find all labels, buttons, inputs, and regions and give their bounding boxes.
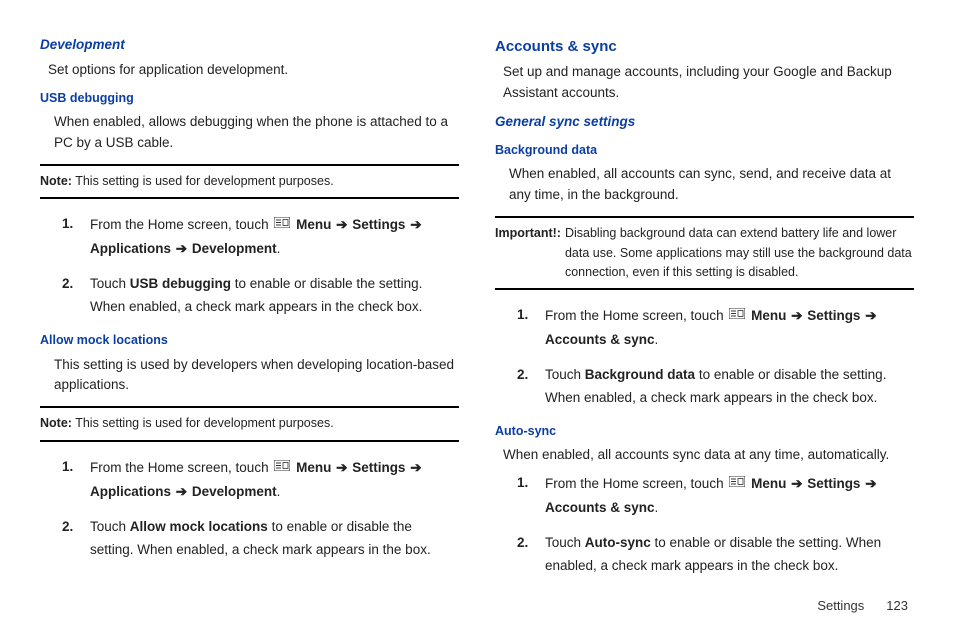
auto-sync-label: Auto-sync (585, 535, 651, 550)
auto-steps: From the Home screen, touch Menu ➔ Setti… (517, 472, 914, 578)
important-label: Important!: (495, 224, 561, 282)
note-label: Note: (40, 174, 72, 188)
heading-background-data: Background data (495, 141, 914, 160)
development-label: Development (192, 484, 277, 499)
step-text: From the Home screen, touch (545, 308, 727, 323)
menu-label: Menu (751, 308, 786, 323)
note-label: Note: (40, 416, 72, 430)
mock-body-text: This setting is used by developers when … (54, 355, 459, 397)
menu-icon (729, 472, 745, 495)
step-text: Touch (90, 276, 130, 291)
mock-steps: From the Home screen, touch Menu ➔ Setti… (62, 456, 459, 562)
arrow-icon: ➔ (790, 476, 803, 491)
list-item: Touch Allow mock locations to enable or … (62, 516, 459, 562)
footer-page-number: 123 (886, 596, 908, 616)
heading-development: Development (40, 35, 459, 56)
settings-label: Settings (352, 217, 405, 232)
period: . (277, 241, 281, 256)
note-text: This setting is used for development pur… (72, 174, 334, 188)
list-item: From the Home screen, touch Menu ➔ Setti… (517, 304, 914, 352)
important-text: Disabling background data can extend bat… (565, 224, 914, 282)
arrow-icon: ➔ (409, 460, 422, 475)
list-item: Touch Auto-sync to enable or disable the… (517, 532, 914, 578)
menu-icon (274, 456, 290, 479)
usb-debugging-label: USB debugging (130, 276, 231, 291)
step-text: From the Home screen, touch (545, 476, 727, 491)
page-content: Development Set options for application … (0, 0, 954, 600)
step-text: Touch (545, 367, 585, 382)
settings-label: Settings (807, 308, 860, 323)
list-item: From the Home screen, touch Menu ➔ Setti… (62, 213, 459, 261)
arrow-icon: ➔ (335, 460, 348, 475)
arrow-icon: ➔ (864, 476, 877, 491)
note-box-1: Note: This setting is used for developme… (40, 164, 459, 199)
menu-icon (729, 304, 745, 327)
applications-label: Applications (90, 484, 171, 499)
arrow-icon: ➔ (790, 308, 803, 323)
menu-label: Menu (296, 217, 331, 232)
background-data-label: Background data (585, 367, 695, 382)
arrow-icon: ➔ (175, 241, 188, 256)
step-text: Touch (90, 519, 130, 534)
settings-label: Settings (807, 476, 860, 491)
dev-intro-text: Set options for application development. (48, 60, 459, 81)
period: . (655, 332, 659, 347)
allow-mock-label: Allow mock locations (130, 519, 268, 534)
accounts-intro-text: Set up and manage accounts, including yo… (503, 62, 914, 104)
important-box: Important!: Disabling background data ca… (495, 216, 914, 290)
note-box-2: Note: This setting is used for developme… (40, 406, 459, 441)
arrow-icon: ➔ (175, 484, 188, 499)
footer-section: Settings (817, 596, 864, 616)
auto-body-text: When enabled, all accounts sync data at … (503, 445, 914, 466)
arrow-icon: ➔ (335, 217, 348, 232)
bg-body-text: When enabled, all accounts can sync, sen… (509, 164, 914, 206)
menu-label: Menu (751, 476, 786, 491)
accounts-sync-label: Accounts & sync (545, 500, 655, 515)
heading-usb-debugging: USB debugging (40, 89, 459, 108)
list-item: Touch USB debugging to enable or disable… (62, 273, 459, 319)
heading-general-sync: General sync settings (495, 112, 914, 133)
settings-label: Settings (352, 460, 405, 475)
list-item: Touch Background data to enable or disab… (517, 364, 914, 410)
usb-body-text: When enabled, allows debugging when the … (54, 112, 459, 154)
note-text: This setting is used for development pur… (72, 416, 334, 430)
bg-steps: From the Home screen, touch Menu ➔ Setti… (517, 304, 914, 410)
development-label: Development (192, 241, 277, 256)
step-text: From the Home screen, touch (90, 217, 272, 232)
left-column: Development Set options for application … (40, 35, 459, 590)
right-column: Accounts & sync Set up and manage accoun… (495, 35, 914, 590)
heading-auto-sync: Auto-sync (495, 422, 914, 441)
arrow-icon: ➔ (864, 308, 877, 323)
heading-accounts-sync: Accounts & sync (495, 35, 914, 58)
applications-label: Applications (90, 241, 171, 256)
arrow-icon: ➔ (409, 217, 422, 232)
period: . (655, 500, 659, 515)
menu-label: Menu (296, 460, 331, 475)
heading-mock-locations: Allow mock locations (40, 331, 459, 350)
usb-steps: From the Home screen, touch Menu ➔ Setti… (62, 213, 459, 319)
accounts-sync-label: Accounts & sync (545, 332, 655, 347)
period: . (277, 484, 281, 499)
page-footer: Settings 123 (817, 596, 908, 616)
step-text: Touch (545, 535, 585, 550)
menu-icon (274, 213, 290, 236)
step-text: From the Home screen, touch (90, 460, 272, 475)
list-item: From the Home screen, touch Menu ➔ Setti… (517, 472, 914, 520)
list-item: From the Home screen, touch Menu ➔ Setti… (62, 456, 459, 504)
